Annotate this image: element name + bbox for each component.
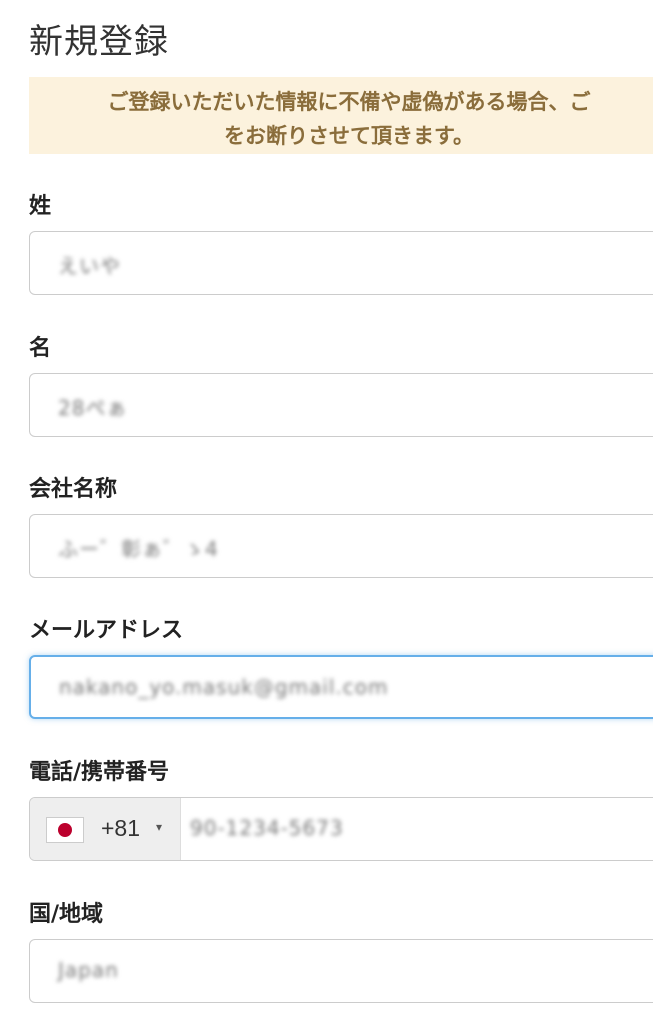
- email-label: メールアドレス: [29, 618, 184, 643]
- last-name-input[interactable]: えいや: [29, 231, 653, 295]
- region-label: 国/地域: [29, 902, 104, 927]
- last-name-label: 姓: [29, 194, 52, 219]
- page-title: 新規登録: [29, 22, 169, 62]
- email-input[interactable]: nakano_yo.masuk@gmail.com: [29, 655, 653, 719]
- first-name-label: 名: [29, 336, 52, 361]
- phone-number-input[interactable]: 90-1234-5673: [190, 816, 344, 840]
- phone-label: 電話/携帯番号: [29, 760, 170, 785]
- country-code-dropdown[interactable]: +81 ▾: [30, 798, 181, 860]
- notice-banner: ご登録いただいた情報に不備や虚偽がある場合、ご をお断りさせて頂きます。: [29, 77, 653, 154]
- chevron-down-icon: ▾: [156, 820, 163, 834]
- company-label: 会社名称: [29, 477, 118, 502]
- notice-line-1: ご登録いただいた情報に不備や虚偽がある場合、ご: [107, 90, 591, 114]
- first-name-input[interactable]: 28ぺぁ: [29, 373, 653, 437]
- phone-field: +81 ▾ 90-1234-5673: [29, 797, 653, 861]
- registration-page: 新規登録 ご登録いただいた情報に不備や虚偽がある場合、ご をお断りさせて頂きます…: [0, 0, 653, 1024]
- company-value: ふー゛彰ぁ゛ゝ4: [58, 537, 219, 561]
- japan-flag-icon: [46, 817, 84, 843]
- region-value: Japan: [58, 958, 119, 982]
- company-input[interactable]: ふー゛彰ぁ゛ゝ4: [29, 514, 653, 578]
- region-select[interactable]: Japan: [29, 939, 653, 1003]
- notice-line-2: をお断りさせて頂きます。: [224, 124, 474, 148]
- flag-sun: [58, 823, 72, 837]
- dial-code: +81: [101, 815, 141, 841]
- first-name-value: 28ぺぁ: [58, 396, 128, 420]
- email-value: nakano_yo.masuk@gmail.com: [59, 675, 389, 699]
- last-name-value: えいや: [58, 254, 121, 278]
